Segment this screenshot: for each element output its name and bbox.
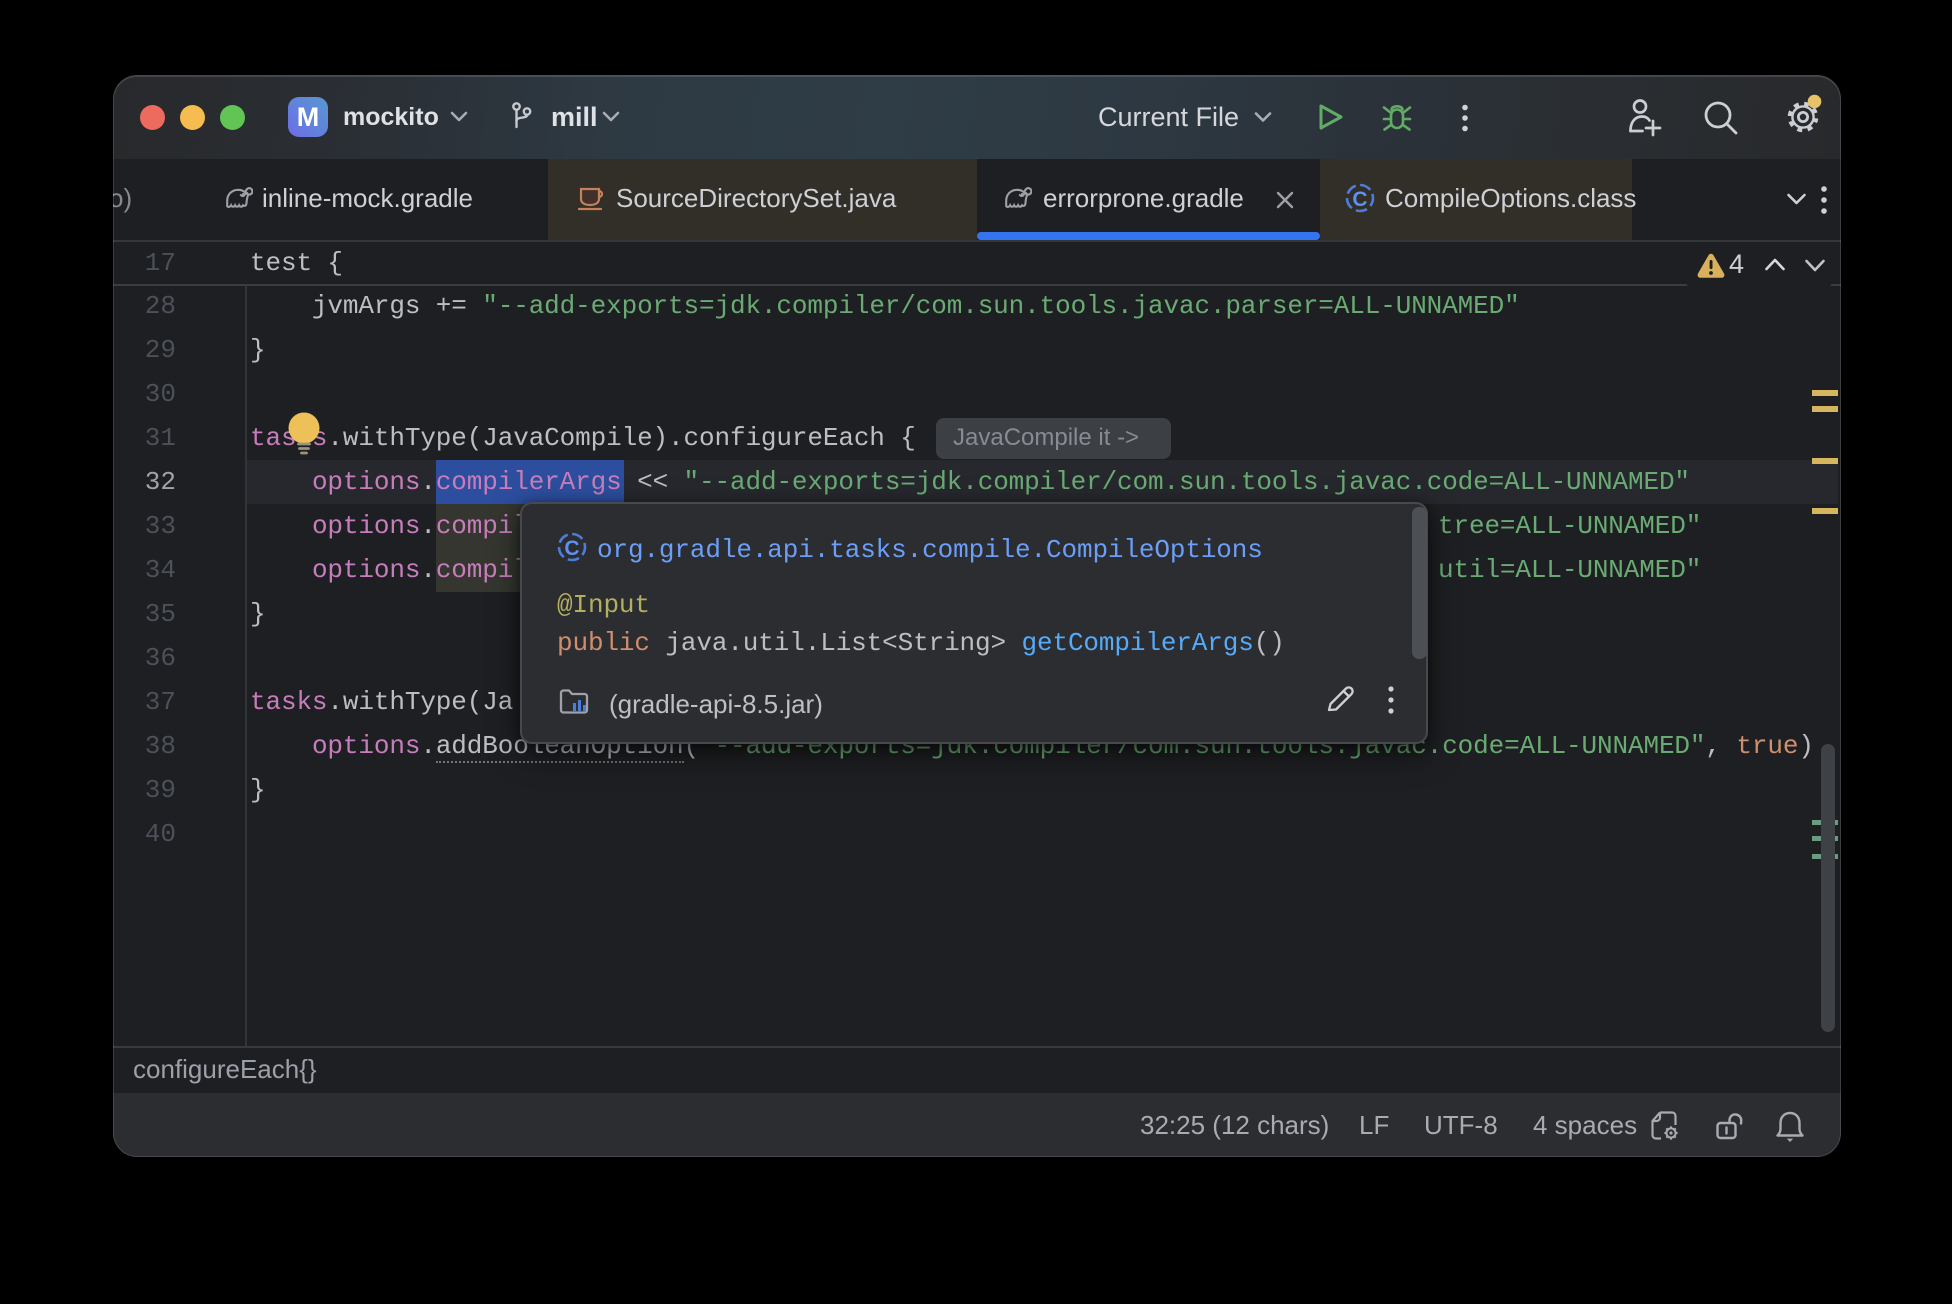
svg-text:C: C bbox=[564, 537, 579, 560]
svg-text:C: C bbox=[1352, 188, 1367, 211]
